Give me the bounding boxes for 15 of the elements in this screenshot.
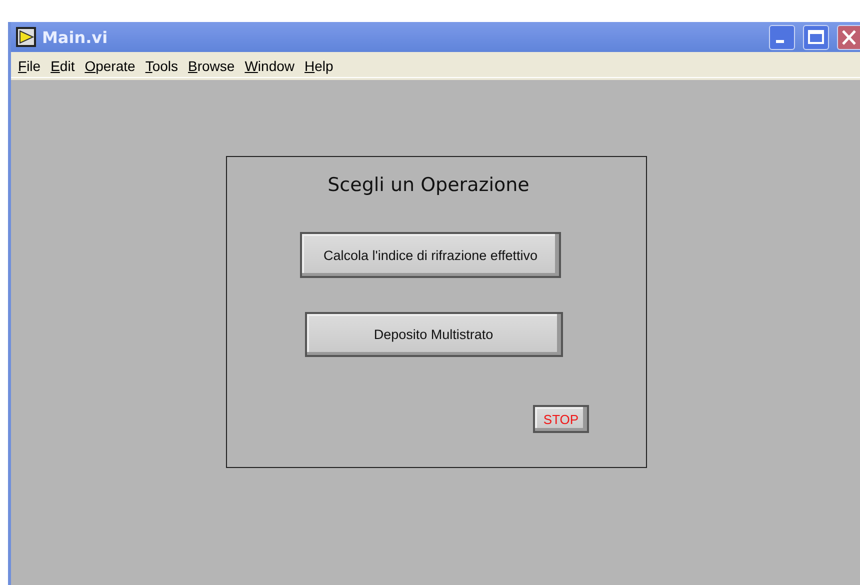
labview-logo-icon — [16, 27, 36, 47]
close-button[interactable] — [837, 24, 860, 50]
maximize-button[interactable] — [803, 24, 829, 50]
operation-button[interactable]: Deposito Multistrato — [304, 312, 562, 357]
window-title: Main.vi — [42, 28, 109, 46]
menu-item[interactable]: Edit — [46, 58, 80, 74]
menu-item[interactable]: File — [13, 58, 46, 74]
menu-item[interactable]: Help — [300, 58, 338, 74]
menu-item[interactable]: Window — [240, 58, 300, 74]
operation-button[interactable]: Calcola l'indice di rifrazione effettivo — [300, 232, 561, 278]
minimize-button[interactable] — [769, 24, 795, 50]
menu-item[interactable]: Browse — [183, 58, 240, 74]
menu-item[interactable]: Operate — [80, 58, 140, 74]
menu-item[interactable]: Tools — [140, 58, 183, 74]
panel-title: Scegli un Operazione — [328, 174, 530, 196]
